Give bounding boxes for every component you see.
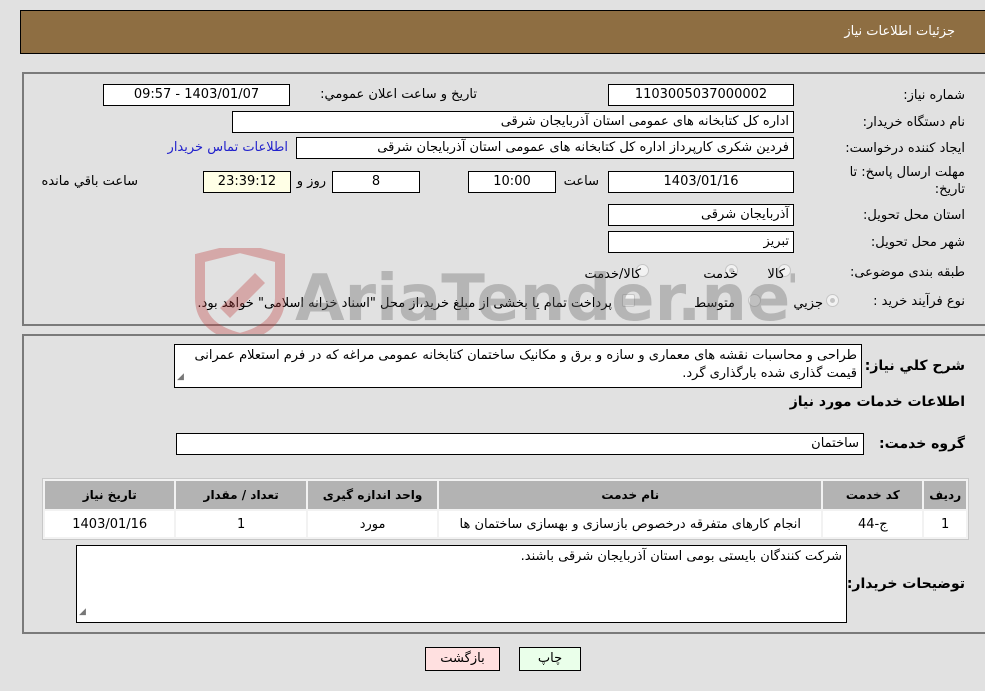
category-goods-service-label: کالا/خدمت — [584, 267, 641, 282]
process-partial-label: جزيي — [793, 296, 823, 311]
cell-service-name: انجام کارهای متفرقه درخصوص بازسازی و بهس… — [439, 511, 822, 537]
print-button[interactable]: چاپ — [519, 647, 581, 671]
process-medium-label: متوسط — [694, 296, 735, 311]
page-header: جزئیات اطلاعات نیاز — [20, 10, 985, 54]
treasury-checkbox[interactable] — [622, 294, 635, 307]
col-row-number: ردیف — [924, 481, 966, 509]
cell-unit: مورد — [307, 511, 438, 537]
services-table-header: ردیف کد خدمت نام خدمت واحد اندازه گیری ت… — [45, 481, 966, 509]
category-service-label: خدمت — [703, 267, 738, 282]
process-type-label: نوع فرآیند خرید : — [873, 294, 965, 309]
back-button[interactable]: بازگشت — [425, 647, 500, 671]
buyer-notes-textarea[interactable]: شرکت کنندگان بایستی بومی استان آذربایجان… — [76, 545, 847, 623]
process-partial-radio[interactable] — [826, 294, 839, 307]
summary-text: طراحی و محاسبات نقشه های معماری و سازه و… — [194, 348, 857, 381]
cell-need-date: 1403/01/16 — [45, 511, 175, 537]
resize-grip-icon[interactable]: ◢ — [177, 368, 184, 386]
col-service-code: کد خدمت — [823, 481, 923, 509]
col-need-date: تاریخ نیاز — [45, 481, 175, 509]
province-field[interactable]: آذربایجان شرقی — [608, 204, 794, 226]
days-label: روز و — [296, 174, 326, 189]
col-unit: واحد اندازه گیری — [307, 481, 438, 509]
province-label: استان محل تحویل: — [863, 208, 965, 223]
deadline-hour-field[interactable]: 10:00 — [468, 171, 556, 193]
deadline-hour-label: ساعت — [563, 174, 599, 189]
need-number-label: شماره نیاز: — [903, 88, 965, 103]
need-info-panel: شماره نیاز: 1103005037000002 تاريخ و ساع… — [22, 72, 985, 326]
summary-textarea[interactable]: طراحی و محاسبات نقشه های معماری و سازه و… — [174, 344, 862, 388]
announce-date-field[interactable]: 1403/01/07 - 09:57 — [103, 84, 290, 106]
deadline-label-2: تاریخ: — [934, 182, 965, 197]
cell-quantity: 1 — [176, 511, 306, 537]
requester-label: ایجاد کننده درخواست: — [845, 141, 965, 156]
remaining-time-label: ساعت باقي مانده — [41, 174, 138, 189]
need-number-field[interactable]: 1103005037000002 — [608, 84, 794, 106]
deadline-date-field[interactable]: 1403/01/16 — [608, 171, 794, 193]
remaining-time-field: 23:39:12 — [203, 171, 291, 193]
buyer-notes-label: توضیحات خریدار: — [846, 576, 965, 592]
buyer-notes-text: شرکت کنندگان بایستی بومی استان آذربایجان… — [520, 549, 842, 564]
service-group-label: گروه خدمت: — [879, 436, 965, 452]
announce-date-label: تاريخ و ساعت اعلان عمومي: — [320, 87, 477, 102]
col-quantity: تعداد / مقدار — [176, 481, 306, 509]
cell-row-number: 1 — [924, 511, 966, 537]
deadline-label: مهلت ارسال پاسخ: تا — [849, 165, 965, 180]
table-row: 1 ج-44 انجام کارهای متفرقه درخصوص بازساز… — [45, 511, 966, 537]
category-label: طبقه بندی موضوعی: — [849, 265, 965, 280]
city-label: شهر محل تحویل: — [870, 235, 965, 250]
services-heading: اطلاعات خدمات مورد نیاز — [789, 394, 965, 410]
need-details-panel: شرح کلي نياز: طراحی و محاسبات نقشه های م… — [22, 334, 985, 634]
page-title: جزئیات اطلاعات نیاز — [844, 24, 955, 39]
city-field[interactable]: تبریز — [608, 231, 794, 253]
service-group-field[interactable]: ساختمان — [176, 433, 864, 455]
treasury-checkbox-label: پرداخت تمام یا بخشی از مبلغ خرید،از محل … — [197, 296, 612, 311]
cell-service-code: ج-44 — [823, 511, 923, 537]
process-medium-radio[interactable] — [748, 294, 761, 307]
buyer-contact-link[interactable]: اطلاعات تماس خریدار — [168, 140, 288, 155]
days-remaining-field[interactable]: 8 — [332, 171, 420, 193]
buyer-org-label: نام دستگاه خریدار: — [862, 115, 965, 130]
col-service-name: نام خدمت — [439, 481, 822, 509]
requester-field[interactable]: فردین شکری کارپرداز اداره کل کتابخانه ها… — [296, 137, 794, 159]
resize-grip-icon[interactable]: ◢ — [79, 603, 86, 621]
buyer-org-field[interactable]: اداره کل کتابخانه های عمومی استان آذربای… — [232, 111, 794, 133]
category-goods-label: کالا — [767, 267, 785, 282]
services-table: ردیف کد خدمت نام خدمت واحد اندازه گیری ت… — [42, 478, 969, 540]
summary-label: شرح کلي نياز: — [864, 358, 965, 374]
